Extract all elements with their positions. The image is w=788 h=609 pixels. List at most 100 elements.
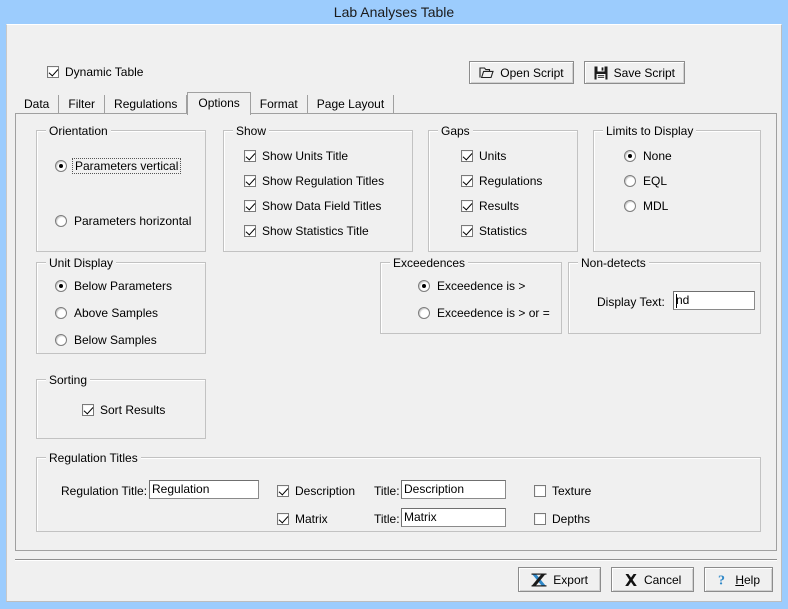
checkbox-gap-statistics[interactable]: Statistics [461,224,527,238]
checkbox-box [277,485,289,497]
radio-label: Below Parameters [74,279,173,293]
checkbox-label: Units [479,149,507,163]
gaps-legend: Gaps [438,124,473,138]
checkbox-label: Show Data Field Titles [262,199,382,213]
radio-below-parameters[interactable]: Below Parameters [55,279,172,293]
regulation-title-input[interactable]: Regulation [149,480,259,499]
checkbox-gap-units[interactable]: Units [461,149,506,163]
floppy-disk-icon [594,66,608,80]
checkbox-box [244,200,256,212]
options-tab-panel: Orientation Parameters vertical Paramete… [15,113,777,551]
checkbox-show-units-title[interactable]: Show Units Title [244,149,348,163]
regulation-title-label: Regulation Title: [61,484,148,498]
tab-filter[interactable]: Filter [59,95,106,114]
radio-limit-none[interactable]: None [624,149,672,163]
radio-limit-eql[interactable]: EQL [624,174,667,188]
checkbox-box [277,513,289,525]
radio-parameters-vertical[interactable]: Parameters vertical [55,158,182,174]
checkbox-show-data-field-titles[interactable]: Show Data Field Titles [244,199,381,213]
svg-text:?: ? [718,574,725,588]
checkbox-box [244,175,256,187]
gaps-group: Gaps Units Regulations Results Statistic… [428,124,578,252]
checkbox-label: Show Units Title [262,149,349,163]
close-x-icon [624,573,638,587]
checkbox-label: Description [295,484,356,498]
radio-parameters-horizontal[interactable]: Parameters horizontal [55,214,191,228]
checkbox-box [534,485,546,497]
checkbox-sort-results[interactable]: Sort Results [82,403,165,417]
checkbox-label: Depths [552,512,591,526]
save-script-button[interactable]: Save Script [583,61,685,84]
radio-label: Below Samples [74,333,157,347]
show-legend: Show [233,124,270,138]
cancel-label: Cancel [643,572,682,587]
export-button[interactable]: Export [518,567,601,592]
dialog-footer: Export Cancel ? Help [15,559,777,597]
radio-limit-mdl[interactable]: MDL [624,199,668,213]
dynamic-table-checkbox[interactable]: Dynamic Table [47,65,143,79]
open-script-button[interactable]: Open Script [469,61,574,84]
unit-display-group: Unit Display Below Parameters Above Samp… [36,256,206,354]
regulation-titles-legend: Regulation Titles [46,451,141,465]
tab-regulations[interactable]: Regulations [105,95,188,114]
radio-circle [55,160,67,172]
radio-circle [418,307,430,319]
checkbox-texture[interactable]: Texture [534,484,591,498]
cancel-button[interactable]: Cancel [610,567,695,592]
footer-buttons: Export Cancel ? Help [518,567,773,592]
dialog-window: Lab Analyses Table Dynamic Table Open Sc… [0,0,788,609]
tab-page-layout[interactable]: Page Layout [307,95,395,114]
excel-x-icon [531,573,547,587]
matrix-title-input[interactable]: Matrix [401,508,506,527]
checkbox-label: Sort Results [100,403,166,417]
orientation-group: Orientation Parameters vertical Paramete… [36,124,206,252]
radio-exceedence-greater[interactable]: Exceedence is > [418,279,525,293]
checkbox-box [244,150,256,162]
tab-format[interactable]: Format [250,95,308,114]
checkbox-box [47,66,59,78]
radio-label: Exceedence is > or = [437,306,550,320]
tab-options[interactable]: Options [187,92,251,115]
radio-below-samples[interactable]: Below Samples [55,333,157,347]
help-button[interactable]: ? Help [704,567,773,592]
radio-label: None [643,149,672,163]
question-mark-icon: ? [717,572,729,588]
help-label: Help [735,573,760,587]
radio-circle [624,200,636,212]
checkbox-box [461,175,473,187]
script-buttons: Open Script Save Script [469,61,685,84]
radio-label: Parameters vertical [72,158,182,174]
checkbox-show-regulation-titles[interactable]: Show Regulation Titles [244,174,384,188]
help-label-accel: H [735,572,744,587]
display-text-input[interactable]: nd [673,291,755,310]
checkbox-label: Texture [552,484,592,498]
dynamic-table-label: Dynamic Table [65,65,144,79]
matrix-title-label: Title: [374,512,400,526]
description-title-input[interactable]: Description [401,480,506,499]
checkbox-gap-results[interactable]: Results [461,199,519,213]
radio-above-samples[interactable]: Above Samples [55,306,158,320]
checkbox-gap-regulations[interactable]: Regulations [461,174,542,188]
dialog-client-area: Dynamic Table Open Script Save Script Da… [6,24,782,602]
checkbox-label: Regulations [479,174,543,188]
radio-label: Exceedence is > [437,279,526,293]
radio-exceedence-greater-or-equal[interactable]: Exceedence is > or = [418,306,550,320]
window-title: Lab Analyses Table [0,0,788,24]
checkbox-label: Show Regulation Titles [262,174,385,188]
help-label-rest: elp [743,572,760,587]
radio-label: MDL [643,199,669,213]
exceedences-group: Exceedences Exceedence is > Exceedence i… [380,256,562,334]
top-toolbar: Dynamic Table Open Script Save Script [7,25,781,84]
checkbox-show-statistics-title[interactable]: Show Statistics Title [244,224,369,238]
checkbox-depths[interactable]: Depths [534,512,590,526]
checkbox-label: Statistics [479,224,528,238]
limits-legend: Limits to Display [603,124,697,138]
open-folder-icon [479,66,495,79]
tab-data[interactable]: Data [15,95,60,114]
checkbox-box [461,200,473,212]
checkbox-matrix[interactable]: Matrix [277,512,328,526]
checkbox-box [534,513,546,525]
radio-label: Above Samples [74,306,159,320]
checkbox-description[interactable]: Description [277,484,355,498]
sorting-group: Sorting Sort Results [36,373,206,439]
